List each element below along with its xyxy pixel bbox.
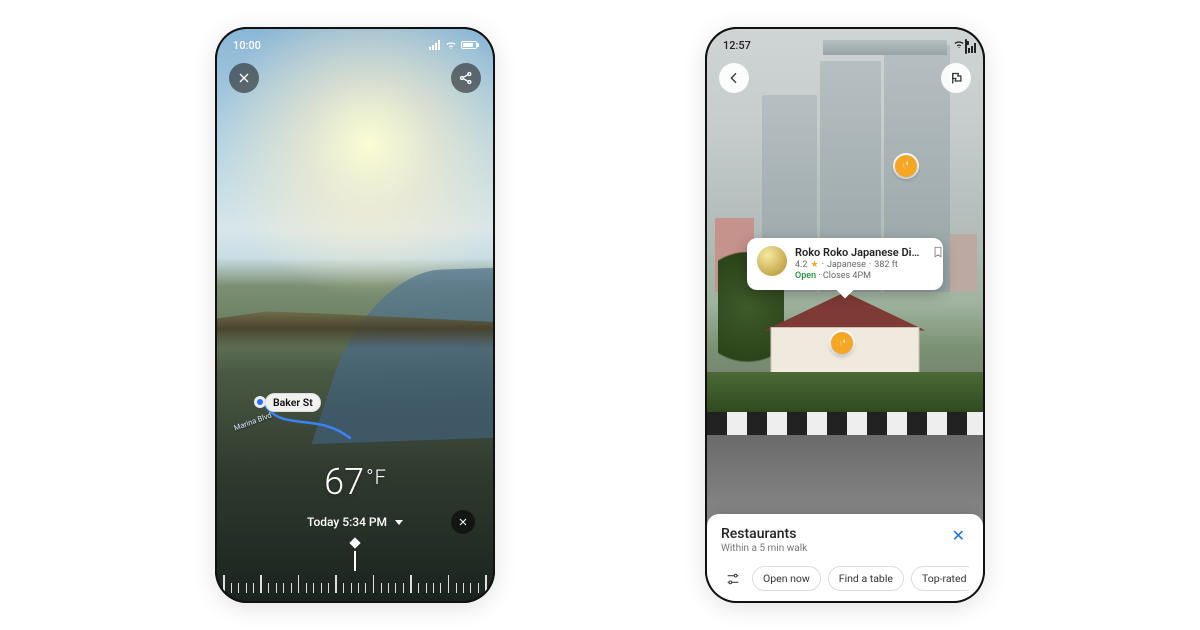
- bookmark-icon: [931, 245, 945, 259]
- poi-rating: 4.2: [795, 260, 808, 270]
- poi-name: Roko Roko Japanese Di…: [795, 246, 933, 259]
- scrubber-marker[interactable]: [351, 539, 359, 571]
- temperature-value: 67: [324, 461, 364, 503]
- poi-hours: Open · Closes 4PM: [795, 271, 933, 281]
- phone-ar-search: 12:57 Roko Roko Japanese Di…: [705, 27, 985, 603]
- degree-symbol: °: [366, 465, 374, 489]
- status-icons: [953, 38, 967, 53]
- poi-meta: 4.2 ★ · Japanese · 382 ft: [795, 260, 933, 270]
- filter-tune-button[interactable]: [721, 567, 745, 591]
- star-icon: ★: [811, 260, 819, 270]
- chip-open-now[interactable]: Open now: [752, 566, 821, 591]
- close-icon: [457, 516, 469, 528]
- share-button[interactable]: [451, 63, 481, 93]
- hedge: [707, 372, 983, 412]
- sheet-subtitle: Within a 5 min walk: [721, 543, 807, 554]
- report-button[interactable]: [941, 63, 971, 93]
- route-start-dot: [257, 399, 263, 405]
- temperature-display: 67°F: [217, 461, 493, 503]
- screen: 10:00 Baker St Marina Blvd 67°F: [217, 29, 493, 601]
- poi-card[interactable]: Roko Roko Japanese Di… 4.2 ★ · Japanese …: [747, 238, 943, 290]
- close-button[interactable]: [229, 63, 259, 93]
- chevron-down-icon: [395, 520, 403, 525]
- status-bar: 10:00: [217, 35, 493, 55]
- flag-icon: [949, 71, 964, 86]
- time-scrubber[interactable]: [217, 545, 493, 593]
- route-label[interactable]: Baker St: [265, 393, 321, 412]
- time-selector[interactable]: Today 5:34 PM: [307, 515, 403, 529]
- phone-immersive-view: 10:00 Baker St Marina Blvd 67°F: [215, 27, 495, 603]
- sheet-title: Restaurants: [721, 526, 807, 542]
- chip-top-rated[interactable]: Top-rated: [911, 566, 969, 591]
- battery-icon: [461, 41, 477, 49]
- temperature-unit: F: [375, 465, 386, 489]
- poi-closes-label: Closes 4PM: [823, 271, 871, 281]
- status-icons: [429, 39, 477, 51]
- stage: 10:00 Baker St Marina Blvd 67°F: [0, 0, 1200, 630]
- close-icon: [236, 70, 252, 86]
- status-bar: 12:57: [707, 35, 983, 55]
- time-selector-label: Today 5:34 PM: [307, 515, 387, 529]
- arrow-left-icon: [726, 70, 742, 86]
- sheet-close-button[interactable]: ✕: [948, 526, 969, 546]
- poi-pin[interactable]: [895, 155, 917, 177]
- signal-icon: [429, 40, 441, 50]
- route-label-text: Baker St: [265, 393, 321, 412]
- time-close-button[interactable]: [451, 510, 475, 534]
- tune-icon: [725, 571, 741, 587]
- screen: 12:57 Roko Roko Japanese Di…: [707, 29, 983, 601]
- poi-cuisine: Japanese: [827, 260, 866, 270]
- poi-open-label: Open: [795, 271, 816, 281]
- restaurant-icon: [900, 160, 911, 171]
- poi-thumbnail: [757, 246, 787, 276]
- time-selector-row: Today 5:34 PM: [217, 515, 493, 529]
- meta-separator: ·: [869, 260, 871, 270]
- back-button[interactable]: [719, 63, 749, 93]
- save-button[interactable]: [931, 244, 945, 258]
- results-sheet[interactable]: Restaurants Within a 5 min walk ✕ Open n…: [707, 514, 983, 601]
- poi-distance: 382 ft: [874, 260, 897, 270]
- share-icon: [458, 70, 474, 86]
- poi-pin-selected[interactable]: [831, 332, 853, 354]
- restaurant-icon: [837, 338, 848, 349]
- chip-find-table[interactable]: Find a table: [828, 566, 904, 591]
- status-time: 12:57: [723, 39, 751, 52]
- wifi-icon: [445, 39, 457, 51]
- meta-separator: ·: [822, 260, 824, 270]
- wifi-icon: [953, 38, 965, 50]
- battery-icon: [965, 39, 967, 54]
- curb: [707, 412, 983, 435]
- status-time: 10:00: [233, 39, 261, 52]
- filter-chips-row: Open now Find a table Top-rated More: [721, 566, 969, 591]
